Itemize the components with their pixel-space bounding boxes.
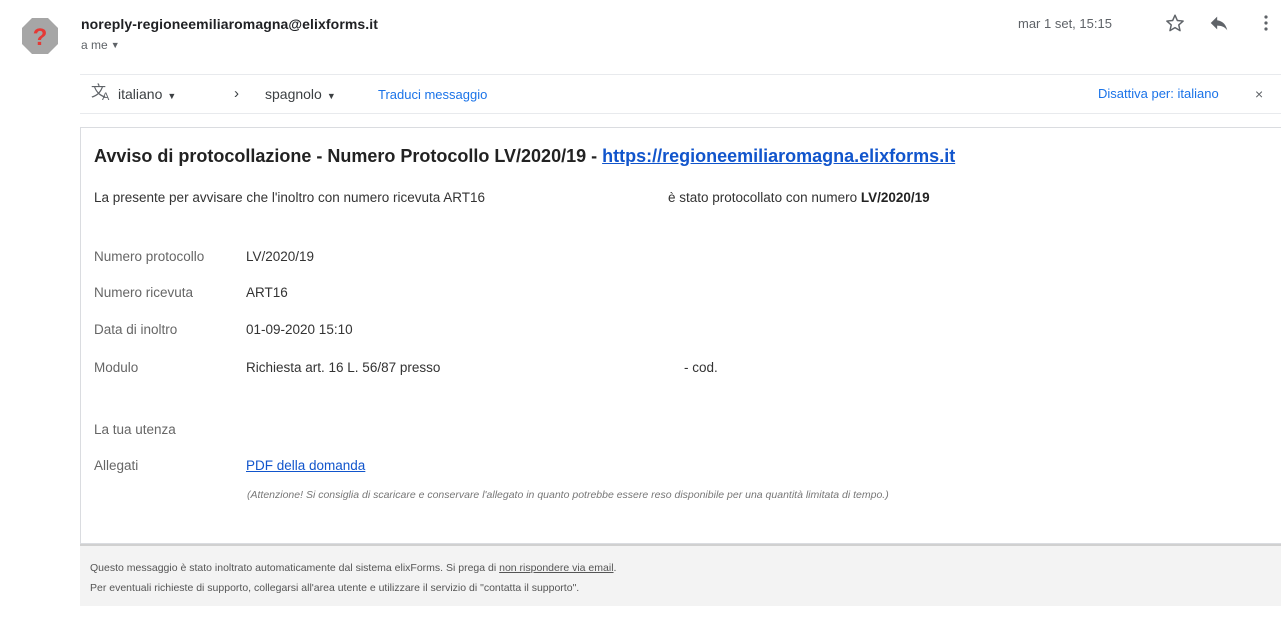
svg-text:?: ? [33,24,48,51]
reply-icon[interactable] [1208,12,1230,39]
field-label: Modulo [94,360,139,375]
more-vertical-icon[interactable] [1262,12,1270,39]
target-language-label: spagnolo [265,86,322,102]
field-label: Numero ricevuta [94,285,194,300]
footer-line-2: Per eventuali richieste di supporto, col… [90,582,580,594]
field-value: PDF della domanda [246,458,365,473]
field-value: 01-09-2020 15:10 [246,322,353,337]
source-language-label: italiano [118,86,163,102]
source-language-dropdown[interactable]: italiano ▼ [118,86,176,102]
subject-link[interactable]: https://regioneemiliaromagna.elixforms.i… [602,146,955,166]
field-value-suffix: - cod. [684,360,718,375]
intro-text-continued: è stato protocollato con numero LV/2020/… [668,190,930,205]
field-label: Allegati [94,458,139,473]
field-label: Numero protocollo [94,249,205,264]
translate-icon: 文 A [91,83,113,106]
field-label: La tua utenza [94,422,176,437]
footer-text: Questo messaggio è stato inoltrato autom… [90,562,500,574]
message-subject: Avviso di protocollazione - Numero Proto… [94,146,955,167]
field-value: ART16 [246,285,288,300]
chevron-down-icon: ▼ [326,91,336,101]
chevron-down-icon: ▼ [167,91,177,101]
svg-text:A: A [102,91,110,103]
translate-message-link[interactable]: Traduci messaggio [378,87,487,102]
star-icon[interactable] [1164,12,1186,39]
field-value: LV/2020/19 [246,249,315,264]
translate-bar: 文 A italiano ▼ › spagnolo ▼ Traduci messag… [80,74,1281,114]
chevron-down-icon: ▼ [110,40,120,50]
recipient-details[interactable]: a me ▼ [81,38,120,52]
message-date: mar 1 set, 15:15 [1018,16,1112,31]
unknown-sender-warning-icon: ? [20,16,60,56]
chevron-right-icon: › [234,85,239,102]
message-footer: Questo messaggio è stato inoltrato autom… [80,544,1281,606]
intro-text-part2: è stato protocollato con numero [668,190,861,205]
footer-line-1: Questo messaggio è stato inoltrato autom… [90,562,616,574]
disable-translation-link[interactable]: Disattiva per: italiano [1098,86,1219,101]
intro-protocol-number: LV/2020/19 [860,190,930,205]
close-icon[interactable]: × [1255,86,1263,102]
pdf-attachment-link[interactable]: PDF della domanda [246,458,365,473]
field-label: Data di inoltro [94,322,178,337]
footer-period: . [613,562,617,574]
target-language-dropdown[interactable]: spagnolo ▼ [265,86,336,102]
subject-text: Avviso di protocollazione - Numero Proto… [94,146,603,166]
attachment-note: (Attenzione! Si consiglia di scaricare e… [247,489,889,501]
sender-email[interactable]: noreply-regioneemiliaromagna@elixforms.i… [81,16,378,32]
field-value: Richiesta art. 16 L. 56/87 presso [246,360,441,375]
message-body: Avviso di protocollazione - Numero Proto… [80,127,1281,544]
intro-text: La presente per avvisare che l'inoltro c… [94,190,486,205]
no-reply-link[interactable]: non rispondere via email [499,562,613,574]
recipient-label: a me [81,38,108,52]
